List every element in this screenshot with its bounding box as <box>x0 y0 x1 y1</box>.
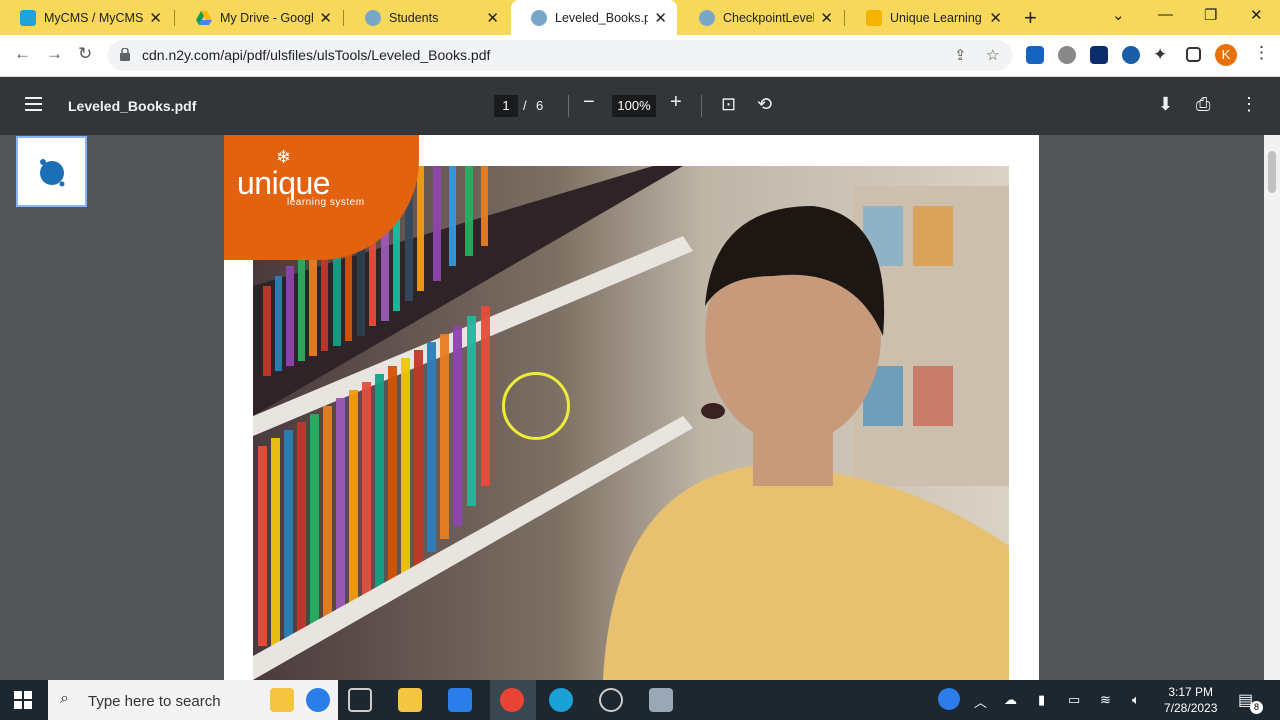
volume-icon[interactable]: 🔈︎ <box>1132 692 1140 708</box>
tab-title: Unique Learning Sy <box>890 10 983 25</box>
page-total: 6 <box>536 98 544 113</box>
puzzle-icon[interactable]: ✦ <box>1153 45 1167 65</box>
close-icon[interactable]: ✕ <box>319 9 332 27</box>
close-window-button[interactable]: ✕ <box>1250 6 1263 24</box>
battery-icon[interactable]: ▭ <box>1068 692 1080 708</box>
close-icon[interactable]: ✕ <box>989 9 1002 27</box>
divider <box>568 95 569 117</box>
page-number-input[interactable]: 1 <box>494 95 518 117</box>
edge-icon[interactable] <box>549 688 573 712</box>
microphone-icon[interactable]: ▮ <box>1038 692 1045 708</box>
reload-button[interactable]: ↻ <box>78 44 92 64</box>
scrollbar-thumb[interactable] <box>1268 151 1276 193</box>
menu-icon[interactable] <box>25 97 42 111</box>
tab-checkpoint[interactable]: CheckpointLevel1.p ✕ <box>679 0 843 35</box>
app-icon[interactable] <box>649 688 673 712</box>
wifi-icon[interactable]: ≋ <box>1100 692 1111 708</box>
lock-icon <box>120 48 130 61</box>
windows-start-icon[interactable] <box>14 691 32 709</box>
globe-icon <box>531 9 547 26</box>
store-icon[interactable] <box>448 688 472 712</box>
close-icon[interactable]: ✕ <box>486 9 499 27</box>
minimize-button[interactable]: — <box>1158 6 1173 23</box>
zoom-in-button[interactable]: + <box>670 91 682 114</box>
page-separator: / <box>523 98 527 113</box>
new-tab-button[interactable]: + <box>1024 5 1037 31</box>
tab-mycms[interactable]: MyCMS / MyCMS ✕ <box>0 0 172 35</box>
scrollbar[interactable] <box>1264 135 1280 680</box>
back-button[interactable]: ← <box>14 44 31 64</box>
share-icon[interactable]: ⇪ <box>954 46 967 64</box>
avatar[interactable]: K <box>1215 44 1237 66</box>
rotate-icon[interactable]: ⟲ <box>757 94 772 115</box>
tab-title: My Drive - Google <box>220 10 314 25</box>
print-icon[interactable]: ⎙ <box>1196 94 1210 115</box>
pdf-toolbar: Leveled_Books.pdf 1 / 6 − 100% + ⊡ ⟲ ⬇ ⎙… <box>0 77 1280 135</box>
tab-strip: MyCMS / MyCMS ✕ My Drive - Google ✕ Stud… <box>0 0 1280 35</box>
star-icon[interactable]: ☆ <box>986 46 999 64</box>
extension-icon[interactable] <box>1058 46 1076 64</box>
address-bar[interactable]: cdn.n2y.com/api/pdf/ulsfiles/ulsTools/Le… <box>108 40 1012 71</box>
tab-title: Students <box>389 10 439 25</box>
more-vert-icon[interactable]: ⋮ <box>1240 94 1258 115</box>
extension-icon[interactable] <box>1090 46 1108 64</box>
logo-subtext: learning system <box>287 197 365 208</box>
search-highlight-icon <box>270 688 294 712</box>
clock-date: 7/28/2023 <box>1164 701 1218 715</box>
close-icon[interactable]: ✕ <box>820 9 833 27</box>
close-icon[interactable]: ✕ <box>654 9 667 27</box>
download-icon[interactable]: ⬇ <box>1158 94 1173 115</box>
task-view-icon[interactable] <box>348 688 372 712</box>
search-placeholder: Type here to search <box>88 693 221 710</box>
fit-page-icon[interactable]: ⊡ <box>721 94 736 115</box>
taskbar-search[interactable]: ⌕ Type here to search <box>48 680 338 720</box>
zoom-input[interactable]: 100% <box>612 95 656 117</box>
tab-title: Leveled_Books.pdf <box>555 10 649 25</box>
slides-icon <box>866 9 882 26</box>
extension-icon[interactable] <box>1026 46 1044 64</box>
tab-unique-learning[interactable]: Unique Learning Sy ✕ <box>846 0 1012 35</box>
globe-icon <box>699 9 715 26</box>
extension-icon[interactable] <box>1122 46 1140 64</box>
clock-time: 3:17 PM <box>1168 685 1214 699</box>
tab-title: CheckpointLevel1.p <box>723 10 815 25</box>
tab-leveled-books[interactable]: Leveled_Books.pdf ✕ <box>511 0 677 35</box>
pdf-page: ❄ unique learning system <box>224 135 1039 680</box>
tab-title: MyCMS / MyCMS <box>44 10 144 25</box>
close-icon[interactable]: ✕ <box>149 9 162 27</box>
help-icon[interactable] <box>938 688 960 710</box>
notification-badge: 8 <box>1250 701 1263 714</box>
divider <box>701 95 702 117</box>
recorder-icon[interactable] <box>599 688 623 712</box>
url-text: cdn.n2y.com/api/pdf/ulsfiles/ulsTools/Le… <box>142 47 491 63</box>
chrome-icon[interactable] <box>500 688 524 712</box>
zoom-out-button[interactable]: − <box>583 91 595 114</box>
page-thumbnail[interactable] <box>16 136 87 207</box>
more-vert-icon[interactable]: ⋮ <box>1253 43 1270 63</box>
cursor-highlight <box>502 372 570 440</box>
tab-divider <box>174 10 175 26</box>
tab-divider <box>844 10 845 26</box>
search-highlight-icon <box>306 688 330 712</box>
clock[interactable]: 3:17 PM 7/28/2023 <box>1164 684 1217 716</box>
taskbar: ⌕ Type here to search ︿ ☁ ▮ ▭ ≋ 🔈︎ 3:17 … <box>0 680 1280 720</box>
onedrive-icon[interactable]: ☁ <box>1004 692 1017 708</box>
logo-thumbnail-icon <box>40 159 65 187</box>
address-toolbar: ← → ↻ cdn.n2y.com/api/pdf/ulsfiles/ulsTo… <box>0 35 1280 77</box>
thumbnail-panel <box>0 135 210 680</box>
side-panel-icon[interactable] <box>1186 47 1201 62</box>
tab-my-drive[interactable]: My Drive - Google ✕ <box>176 0 342 35</box>
file-explorer-icon[interactable] <box>398 688 422 712</box>
forward-button[interactable]: → <box>46 44 63 64</box>
google-drive-icon <box>196 10 212 26</box>
chevron-up-icon[interactable]: ︿ <box>974 692 987 711</box>
chevron-down-icon[interactable]: ⌄ <box>1112 6 1125 24</box>
tab-divider <box>343 10 344 26</box>
cms-icon <box>20 9 36 26</box>
tab-students[interactable]: Students ✕ <box>345 0 509 35</box>
restore-button[interactable]: ❐ <box>1204 6 1217 24</box>
pdf-title: Leveled_Books.pdf <box>68 98 197 114</box>
search-icon: ⌕ <box>60 690 69 707</box>
globe-icon <box>365 9 381 26</box>
